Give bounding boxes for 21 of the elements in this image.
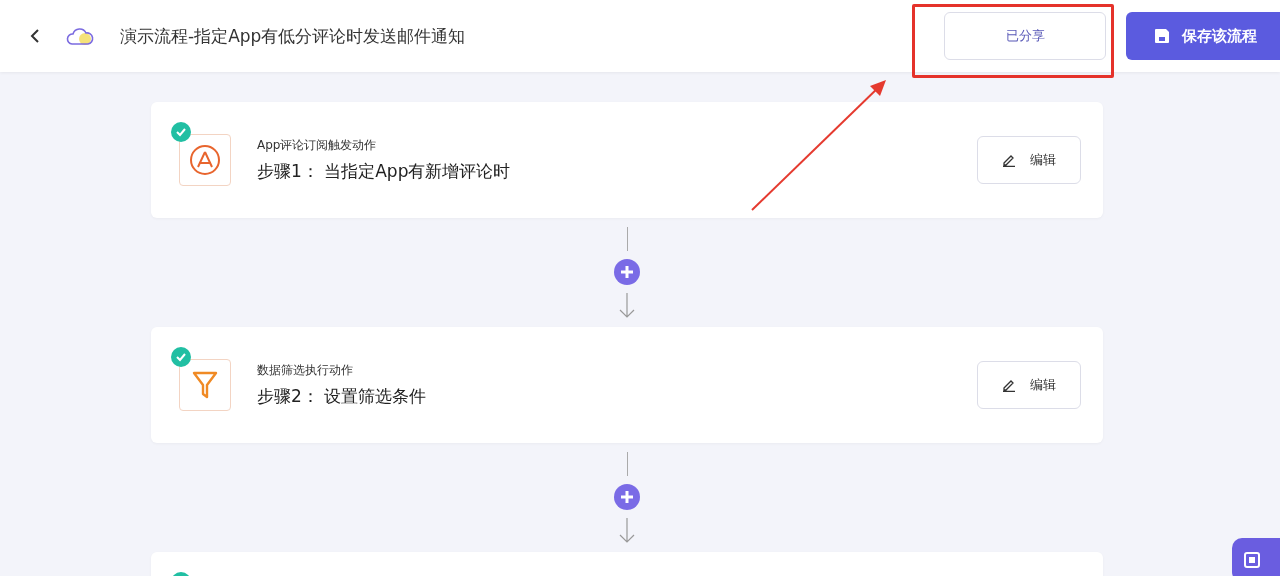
- save-flow-button[interactable]: 保存该流程: [1126, 12, 1280, 60]
- filter-icon: [192, 370, 218, 400]
- step-title: 步骤2： 设置筛选条件: [257, 385, 428, 408]
- square-icon: [1244, 552, 1260, 568]
- edit-button[interactable]: 编辑: [977, 361, 1081, 409]
- edit-button[interactable]: 编辑: [977, 136, 1081, 184]
- step-caption: App评论订阅触发动作: [257, 137, 378, 154]
- pencil-icon: [1002, 378, 1016, 392]
- shared-button[interactable]: 已分享: [944, 12, 1106, 60]
- add-step-icon[interactable]: [614, 258, 640, 285]
- down-arrow-icon: [618, 292, 636, 319]
- add-step-icon[interactable]: [614, 483, 640, 510]
- pencil-icon: [1002, 153, 1016, 167]
- cloud-logo-icon: [66, 25, 94, 47]
- back-icon[interactable]: [30, 28, 40, 44]
- flow-title: 演示流程-指定App有低分评论时发送邮件通知: [120, 24, 466, 48]
- down-arrow-icon: [618, 517, 636, 544]
- save-icon: [1154, 28, 1170, 44]
- step-caption: 数据筛选执行动作: [257, 362, 354, 379]
- step-title: 步骤1： 当指定App有新增评论时: [257, 160, 512, 183]
- app-store-icon: [189, 144, 221, 176]
